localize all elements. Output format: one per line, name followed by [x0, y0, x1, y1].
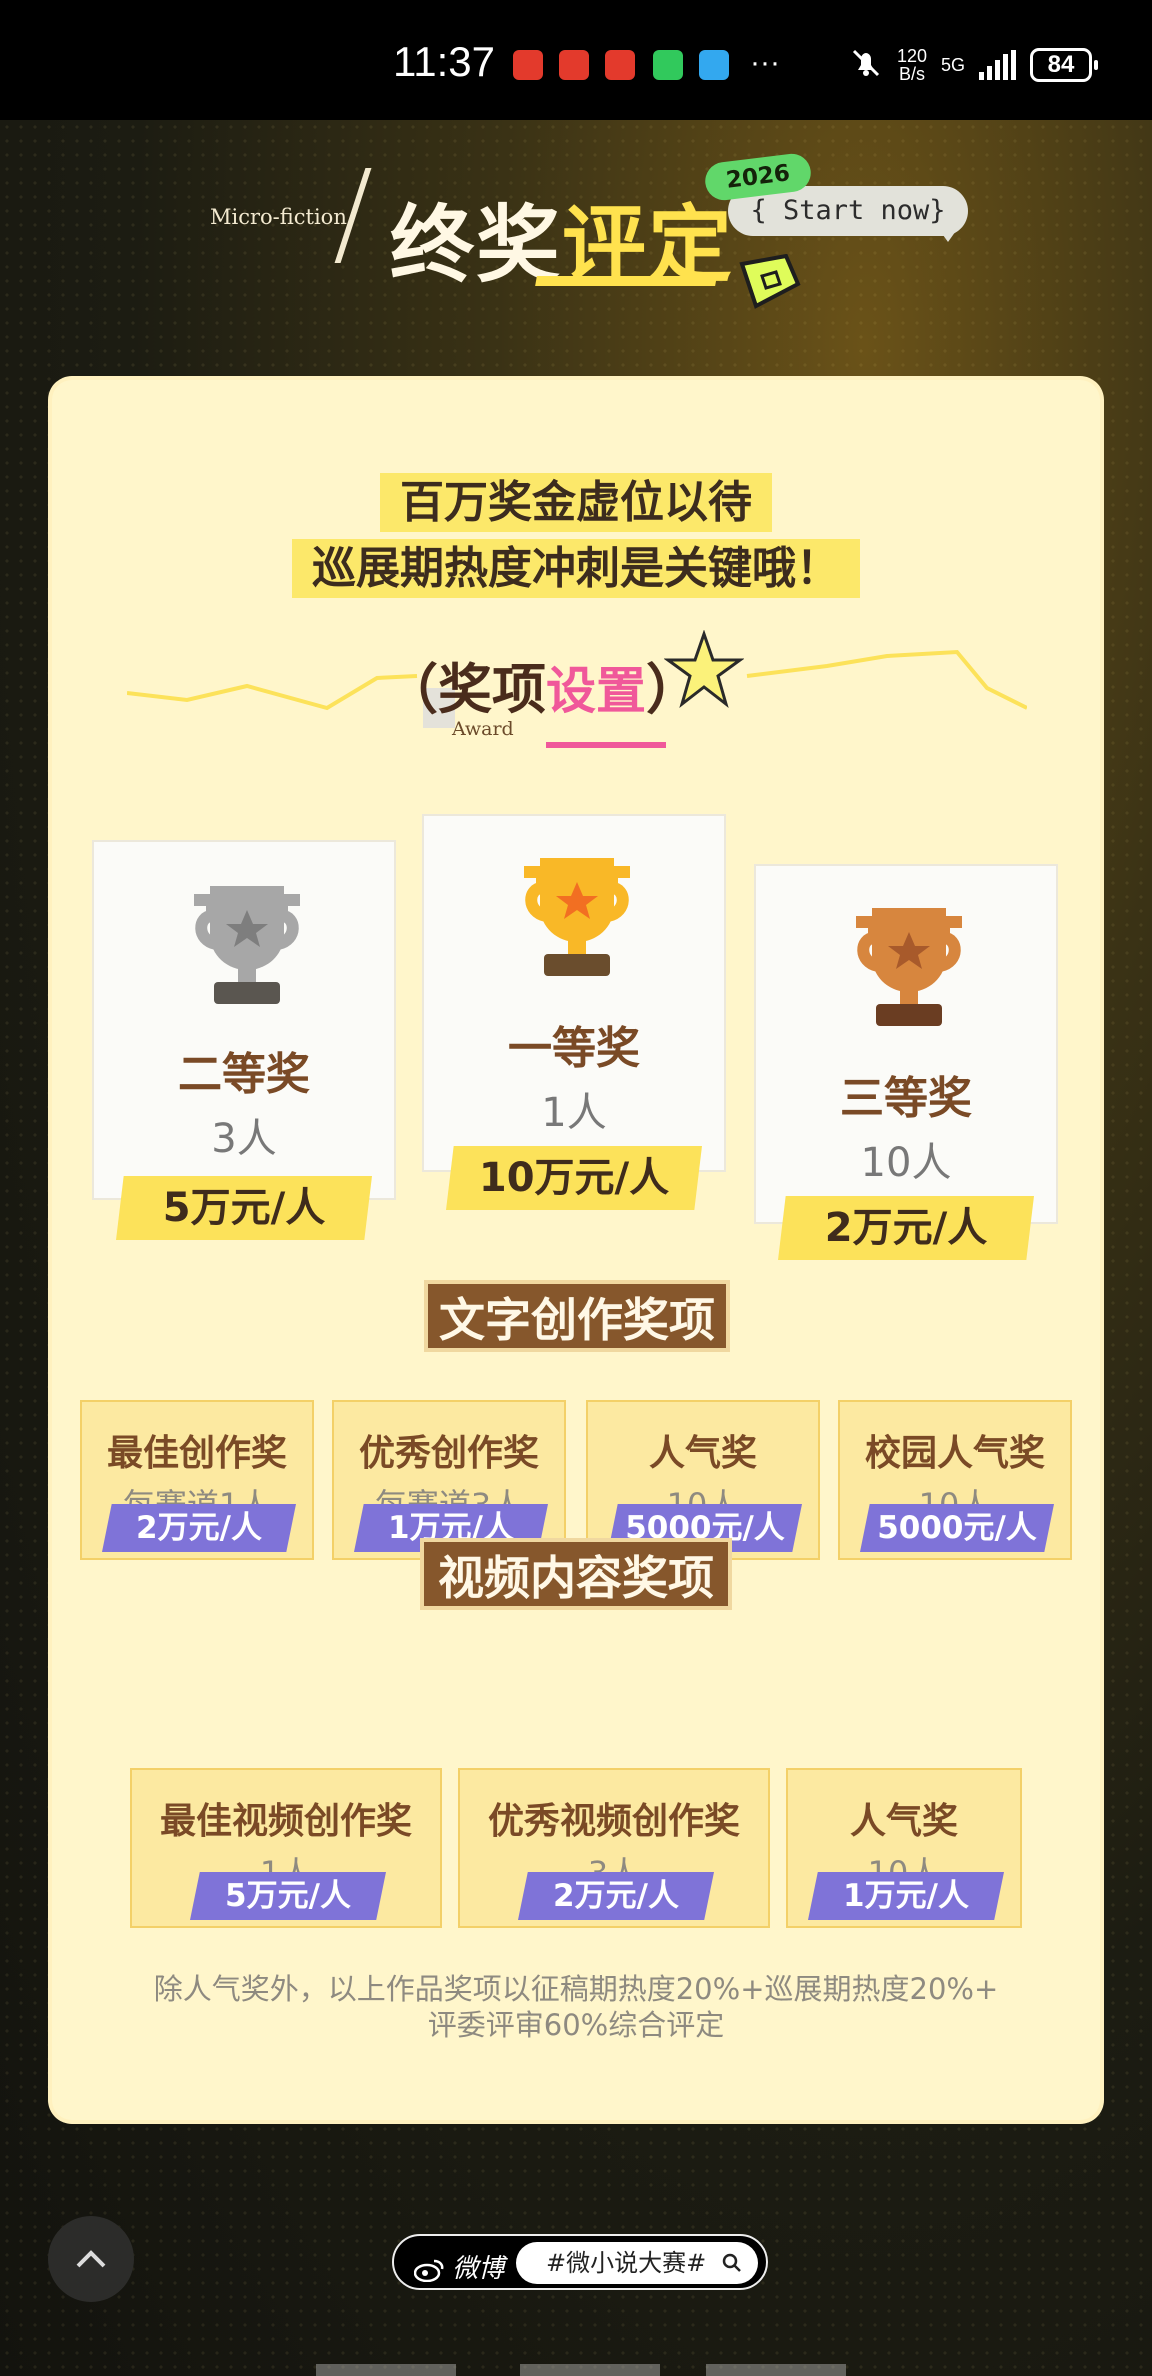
header-underline	[535, 276, 717, 286]
gold-trophy-icon	[524, 858, 630, 976]
footnote-line1: 除人气奖外，以上作品奖项以征稿期热度20%+巡展期热度20%+	[153, 1972, 999, 2006]
prize-count: 3人	[211, 1116, 277, 1162]
prize-panel-first: 一等奖 1人	[422, 814, 726, 1172]
tagline-line1: 百万奖金虚位以待	[52, 466, 1100, 532]
prize-panel-third: 三等奖 10人	[754, 864, 1058, 1224]
scroll-to-top-button[interactable]	[48, 2216, 134, 2302]
prize-panel-second: 二等奖 3人	[92, 840, 396, 1200]
search-icon	[722, 2253, 741, 2272]
award-name: 人气奖	[849, 1801, 958, 1842]
award-underline	[546, 742, 666, 748]
status-time: 11:37	[393, 38, 495, 85]
award-name: 校园人气奖	[864, 1433, 1045, 1474]
weather-icon	[699, 50, 729, 80]
award-name: 最佳创作奖	[106, 1433, 287, 1474]
award-card: 百万奖金虚位以待 巡展期热度冲刺是关键哦！ （奖项设置） Award 二等奖 3…	[52, 380, 1100, 2120]
prize-amount: 2万元/人	[778, 1196, 1034, 1260]
notification-icon	[559, 50, 589, 80]
mute-icon	[849, 46, 883, 85]
award-name: 人气奖	[648, 1433, 757, 1474]
prize-name: 二等奖	[178, 1049, 310, 1100]
award-title-part2: 设置	[546, 662, 646, 720]
prize-count: 10人	[860, 1140, 952, 1186]
prize-amount: 5万元/人	[116, 1176, 372, 1240]
ticket-sticker-icon	[739, 254, 801, 309]
footnote-line2: 评委评审60%综合评定	[427, 2008, 725, 2042]
text-award-box: 优秀创作奖 每赛道3人 1万元/人	[332, 1400, 566, 1560]
award-title-part1: （奖项	[384, 658, 546, 721]
notification-icon	[605, 50, 635, 80]
bronze-trophy-icon	[856, 908, 962, 1026]
notification-icon	[513, 50, 543, 80]
star-icon	[664, 630, 744, 708]
award-amount: 2万元/人	[102, 1504, 296, 1552]
tagline-line2: 巡展期热度冲刺是关键哦！	[52, 532, 1100, 598]
text-award-box: 人气奖 10人 5000元/人	[586, 1400, 820, 1560]
tagline-text: 百万奖金虚位以待	[380, 473, 772, 532]
award-amount: 1万元/人	[808, 1872, 1004, 1920]
award-name: 最佳视频创作奖	[159, 1801, 412, 1842]
weibo-logo-icon	[413, 2259, 444, 2282]
header-title-en: Micro-fiction	[210, 205, 347, 229]
status-bar: 11:37 ··· 120 B/s 5G 84	[0, 0, 1152, 120]
award-name: 优秀创作奖	[358, 1433, 539, 1474]
weibo-label: 微博	[413, 2248, 505, 2285]
prize-name: 一等奖	[508, 1023, 640, 1074]
chevron-up-icon	[76, 2250, 106, 2268]
award-section-subtitle: Award	[452, 718, 514, 740]
video-award-box: 优秀视频创作奖 3人 2万元/人	[458, 1768, 770, 1928]
network-speed: 120 B/s	[896, 46, 927, 84]
weibo-hashtag-pill[interactable]: 微博 #微小说大赛#	[392, 2234, 768, 2290]
video-award-box: 人气奖 10人 1万元/人	[786, 1768, 1022, 1928]
tagline-text: 巡展期热度冲刺是关键哦！	[292, 539, 860, 598]
bubble-tail	[938, 228, 958, 242]
silver-trophy-icon	[194, 886, 300, 1004]
text-award-box: 校园人气奖 10人 5000元/人	[838, 1400, 1072, 1560]
video-award-box: 最佳视频创作奖 1人 5万元/人	[130, 1768, 442, 1928]
signal-icon	[979, 50, 1016, 80]
weibo-label-text: 微博	[452, 2254, 505, 2284]
prize-name: 三等奖	[840, 1073, 972, 1124]
more-notifications-icon: ···	[750, 46, 780, 79]
award-name: 优秀视频创作奖	[487, 1801, 740, 1842]
network-type: 5G	[940, 54, 965, 75]
battery-indicator: 84	[1030, 48, 1098, 82]
chat-icon	[653, 50, 683, 80]
award-section-title: （奖项设置）	[384, 645, 700, 724]
award-amount: 5000元/人	[860, 1504, 1054, 1552]
hashtag-text: #微小说大赛#	[546, 2249, 707, 2277]
video-section-title: 视频内容奖项	[420, 1538, 732, 1610]
prize-count: 1人	[541, 1090, 607, 1136]
prize-amount: 10万元/人	[446, 1146, 702, 1210]
text-section-title: 文字创作奖项	[424, 1280, 730, 1352]
award-amount: 2万元/人	[518, 1872, 714, 1920]
status-indicators: 120 B/s 5G 84	[849, 40, 1098, 90]
bottom-partial-logos	[316, 2364, 846, 2376]
award-amount: 5万元/人	[190, 1872, 386, 1920]
hashtag-search[interactable]: #微小说大赛#	[516, 2242, 758, 2284]
text-award-box: 最佳创作奖 每赛道1人 2万元/人	[80, 1400, 314, 1560]
